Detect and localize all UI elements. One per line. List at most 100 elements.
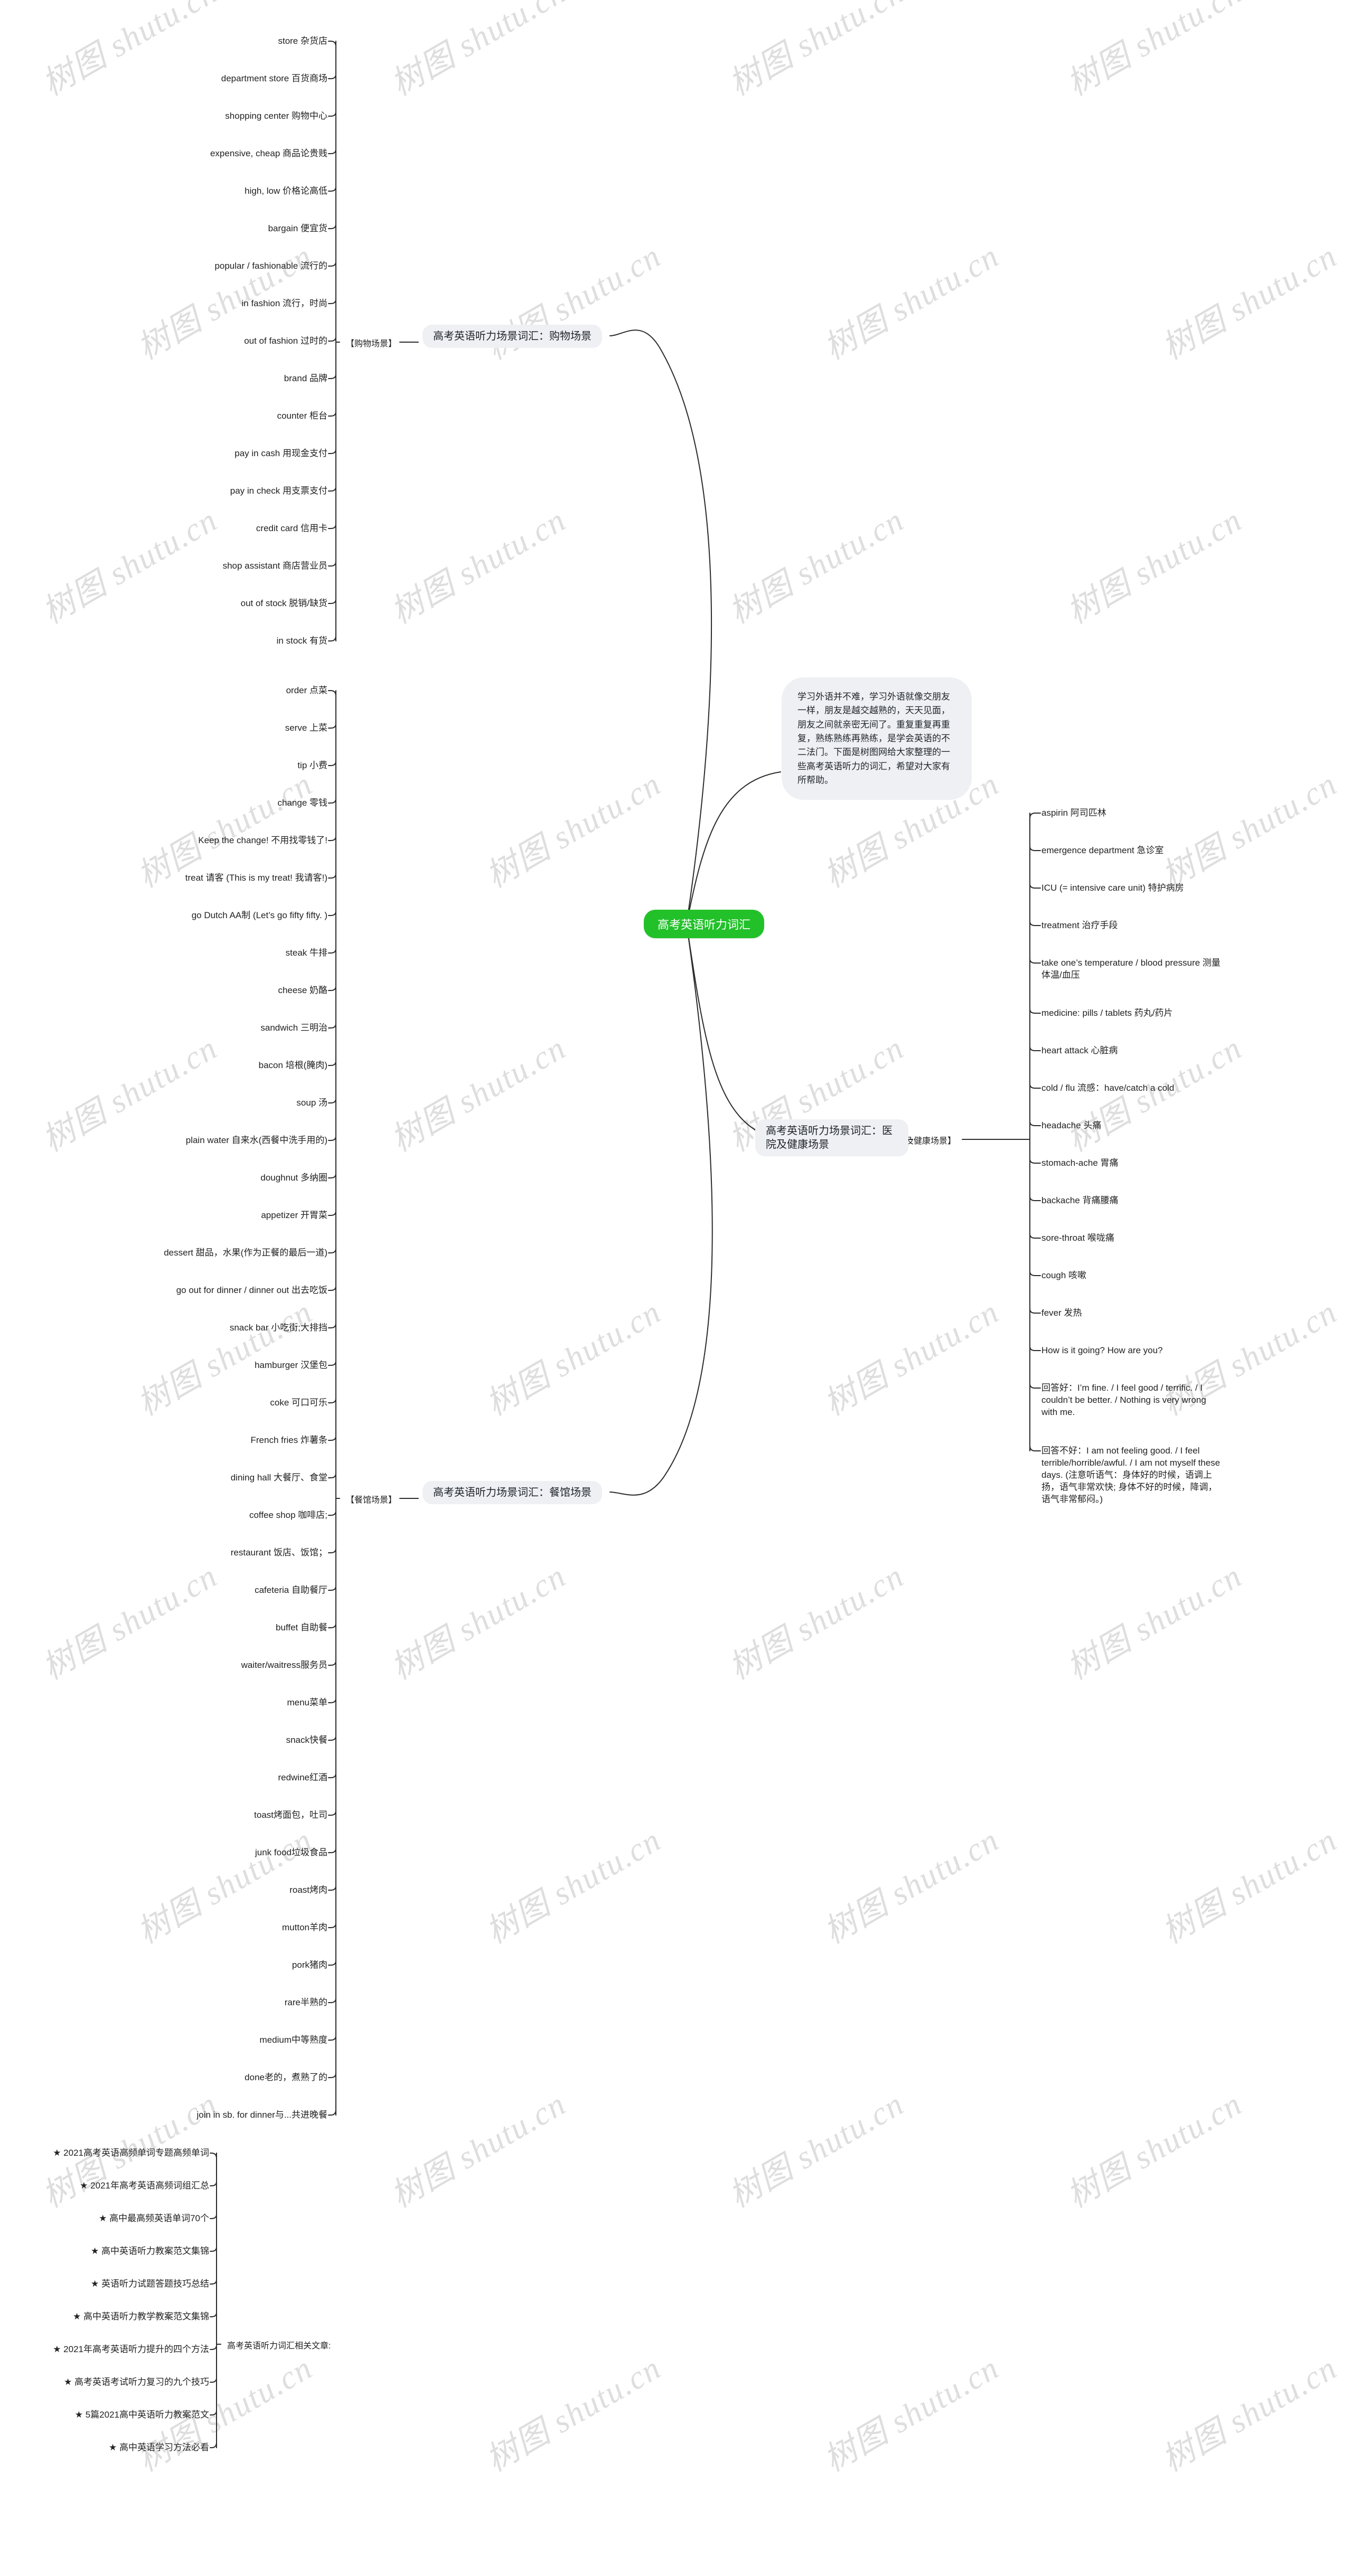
mindmap-leaf[interactable]: tip 小费 — [297, 760, 327, 772]
mindmap-leaf[interactable]: department store 百货商场 — [221, 73, 327, 85]
mindmap-leaf[interactable]: sandwich 三明治 — [260, 1022, 327, 1034]
mindmap-leaf[interactable]: sore-throat 喉咙痛 — [1041, 1232, 1114, 1244]
mindmap-leaf[interactable]: mutton羊肉 — [282, 1922, 327, 1934]
mindmap-leaf[interactable]: Keep the change! 不用找零钱了! — [198, 835, 327, 847]
mindmap-leaf[interactable]: soup 汤 — [296, 1097, 327, 1109]
mindmap-leaf[interactable]: doughnut 多纳圈 — [260, 1172, 327, 1184]
mindmap-leaf[interactable]: headache 头痛 — [1041, 1120, 1101, 1132]
mindmap-leaf[interactable]: cough 咳嗽 — [1041, 1270, 1086, 1282]
watermark-text: 树图 shutu.cn — [385, 502, 572, 631]
watermark-text: 树图 shutu.cn — [1156, 238, 1344, 367]
mindmap-leaf[interactable]: emergence department 急诊室 — [1041, 845, 1164, 857]
mindmap-leaf[interactable]: ★ 2021年高考英语听力提升的四个方法 — [53, 2344, 209, 2356]
mindmap-leaf[interactable]: ICU (= intensive care unit) 特护病房 — [1041, 882, 1184, 894]
mindmap-leaf[interactable]: go Dutch AA制 (Let’s go fifty fifty. ) — [192, 910, 327, 922]
branch-topic-shopping[interactable]: 高考英语听力场景词汇：购物场景 — [422, 325, 602, 348]
mindmap-leaf[interactable]: appetizer 开胃菜 — [261, 1210, 327, 1222]
mindmap-leaf[interactable]: coke 可口可乐 — [270, 1397, 327, 1409]
mindmap-leaf[interactable]: ★ 高中英语学习方法必看 — [109, 2442, 209, 2454]
mindmap-leaf[interactable]: ★ 高中英语听力教案范文集锦 — [91, 2245, 209, 2258]
mindmap-leaf[interactable]: heart attack 心脏病 — [1041, 1045, 1118, 1057]
mindmap-leaf[interactable]: backache 背痛腰痛 — [1041, 1195, 1119, 1207]
mindmap-leaf[interactable]: steak 牛排 — [286, 947, 327, 959]
mindmap-leaf[interactable]: ★ 英语听力试题答题技巧总结 — [91, 2278, 209, 2290]
mindmap-leaf[interactable]: brand 品牌 — [284, 373, 327, 385]
mindmap-leaf[interactable]: expensive, cheap 商品论贵贱 — [210, 148, 327, 160]
watermark-text: 树图 shutu.cn — [385, 2086, 572, 2215]
mindmap-leaf[interactable]: go out for dinner / dinner out 出去吃饭 — [176, 1285, 327, 1297]
watermark-text: 树图 shutu.cn — [385, 1558, 572, 1687]
mindmap-leaf[interactable]: pork猪肉 — [292, 1959, 327, 1971]
branch-topic-restaurant[interactable]: 高考英语听力场景词汇：餐馆场景 — [422, 1481, 602, 1504]
mindmap-leaf[interactable]: shop assistant 商店营业员 — [223, 560, 327, 572]
mindmap-leaf[interactable]: credit card 信用卡 — [256, 523, 327, 535]
mindmap-leaf[interactable]: ★ 高考英语考试听力复习的九个技巧 — [64, 2376, 209, 2389]
mindmap-leaf[interactable]: in fashion 流行，时尚 — [242, 298, 328, 310]
mindmap-leaf[interactable]: done老的，煮熟了的 — [245, 2072, 327, 2084]
mindmap-leaf[interactable]: ★ 高中最高频英语单词70个 — [99, 2213, 209, 2225]
mindmap-leaf[interactable]: How is it going? How are you? — [1041, 1345, 1163, 1357]
mindmap-leaf[interactable]: pay in check 用支票支付 — [230, 485, 327, 497]
mindmap-leaf[interactable]: junk food垃圾食品 — [255, 1847, 327, 1859]
mindmap-leaf[interactable]: 回答不好：I am not feeling good. / I feel ter… — [1041, 1445, 1221, 1506]
mindmap-leaf[interactable]: bargain 便宜货 — [268, 223, 327, 235]
mindmap-leaf[interactable]: fever 发热 — [1041, 1307, 1082, 1319]
mindmap-leaf[interactable]: serve 上菜 — [285, 722, 327, 734]
root-node[interactable]: 高考英语听力词汇 — [644, 910, 765, 938]
mindmap-leaf[interactable]: medicine: pills / tablets 药丸/药片 — [1041, 1007, 1172, 1020]
mindmap-leaf[interactable]: rare半熟的 — [285, 1997, 327, 2009]
watermark-text: 树图 shutu.cn — [723, 2086, 910, 2215]
mindmap-leaf[interactable]: plain water 自来水(西餐中洗手用的) — [186, 1135, 327, 1147]
mindmap-leaf[interactable]: change 零钱 — [278, 797, 328, 809]
mindmap-leaf[interactable]: menu菜单 — [287, 1697, 327, 1709]
watermark-text: 树图 shutu.cn — [723, 0, 910, 103]
watermark-text: 树图 shutu.cn — [818, 1294, 1006, 1423]
mindmap-leaf[interactable]: 回答好：I’m fine. / I feel good / terrific. … — [1041, 1382, 1221, 1419]
watermark-text: 树图 shutu.cn — [480, 766, 668, 895]
mindmap-leaf[interactable]: treat 请客 (This is my treat! 我请客!) — [185, 872, 327, 884]
watermark-text: 树图 shutu.cn — [36, 502, 224, 631]
mindmap-leaf[interactable]: ★ 高中英语听力教学教案范文集锦 — [73, 2311, 209, 2323]
mindmap-leaf[interactable]: shopping center 购物中心 — [225, 110, 327, 122]
mindmap-leaf[interactable]: ★ 2021高考英语高频单词专题高频单词 — [53, 2147, 209, 2159]
mindmap-leaf[interactable]: stomach-ache 胃痛 — [1041, 1157, 1119, 1169]
mindmap-leaf[interactable]: take one’s temperature / blood pressure … — [1041, 957, 1221, 982]
mindmap-leaf[interactable]: dessert 甜品，水果(作为正餐的最后一道) — [164, 1247, 327, 1259]
mindmap-leaf[interactable]: buffet 自助餐 — [276, 1622, 327, 1634]
mindmap-leaf[interactable]: counter 柜台 — [277, 410, 327, 422]
mindmap-leaf[interactable]: roast烤肉 — [289, 1884, 327, 1896]
mindmap-leaf[interactable]: out of fashion 过时的 — [244, 335, 327, 347]
branch-tag-related[interactable]: 高考英语听力词汇相关文章: — [227, 2338, 331, 2351]
mindmap-leaf[interactable]: in stock 有货 — [277, 635, 327, 647]
mindmap-leaf[interactable]: cold / flu 流感：have/catch a cold — [1041, 1082, 1174, 1094]
mindmap-leaf[interactable]: join in sb. for dinner与...共进晚餐 — [196, 2109, 327, 2121]
branch-tag-shopping[interactable]: 【购物场景】 — [346, 336, 397, 349]
mindmap-leaf[interactable]: high, low 价格论高低 — [245, 185, 327, 197]
mindmap-leaf[interactable]: medium中等熟度 — [260, 2034, 327, 2046]
mindmap-leaf[interactable]: hamburger 汉堡包 — [255, 1360, 327, 1372]
mindmap-leaf[interactable]: aspirin 阿司匹林 — [1041, 807, 1106, 819]
branch-topic-hospital[interactable]: 高考英语听力场景词汇：医院及健康场景 — [755, 1119, 908, 1156]
mindmap-leaf[interactable]: treatment 治疗手段 — [1041, 920, 1118, 932]
mindmap-leaf[interactable]: ★ 2021年高考英语高频词组汇总 — [80, 2180, 209, 2192]
mindmap-leaf[interactable]: toast烤面包，吐司 — [254, 1809, 327, 1822]
mindmap-leaf[interactable]: pay in cash 用现金支付 — [234, 448, 327, 460]
mindmap-leaf[interactable]: popular / fashionable 流行的 — [214, 260, 327, 272]
mindmap-leaf[interactable]: waiter/waitress服务员 — [241, 1659, 327, 1672]
mindmap-leaf[interactable]: store 杂货店 — [278, 35, 327, 48]
mindmap-leaf[interactable]: coffee shop 咖啡店; — [249, 1509, 327, 1522]
mindmap-leaf[interactable]: redwine红酒 — [278, 1772, 327, 1784]
mindmap-leaf[interactable]: snack bar 小吃街;大排挡 — [230, 1322, 327, 1334]
mindmap-leaf[interactable]: order 点菜 — [286, 685, 327, 697]
watermark-text: 树图 shutu.cn — [1156, 1822, 1344, 1951]
mindmap-leaf[interactable]: dining hall 大餐厅、食堂 — [231, 1472, 327, 1484]
mindmap-leaf[interactable]: restaurant 饭店、饭馆； — [231, 1547, 327, 1559]
mindmap-leaf[interactable]: bacon 培根(腌肉) — [259, 1060, 327, 1072]
mindmap-leaf[interactable]: cafeteria 自助餐厅 — [255, 1584, 327, 1597]
mindmap-leaf[interactable]: out of stock 脱销/缺货 — [241, 598, 327, 610]
mindmap-leaf[interactable]: ★ 5篇2021高中英语听力教案范文 — [75, 2409, 209, 2421]
mindmap-leaf[interactable]: French fries 炸薯条 — [251, 1435, 327, 1447]
mindmap-leaf[interactable]: snack快餐 — [286, 1734, 327, 1747]
branch-tag-restaurant[interactable]: 【餐馆场景】 — [346, 1493, 397, 1505]
mindmap-leaf[interactable]: cheese 奶酪 — [278, 985, 327, 997]
